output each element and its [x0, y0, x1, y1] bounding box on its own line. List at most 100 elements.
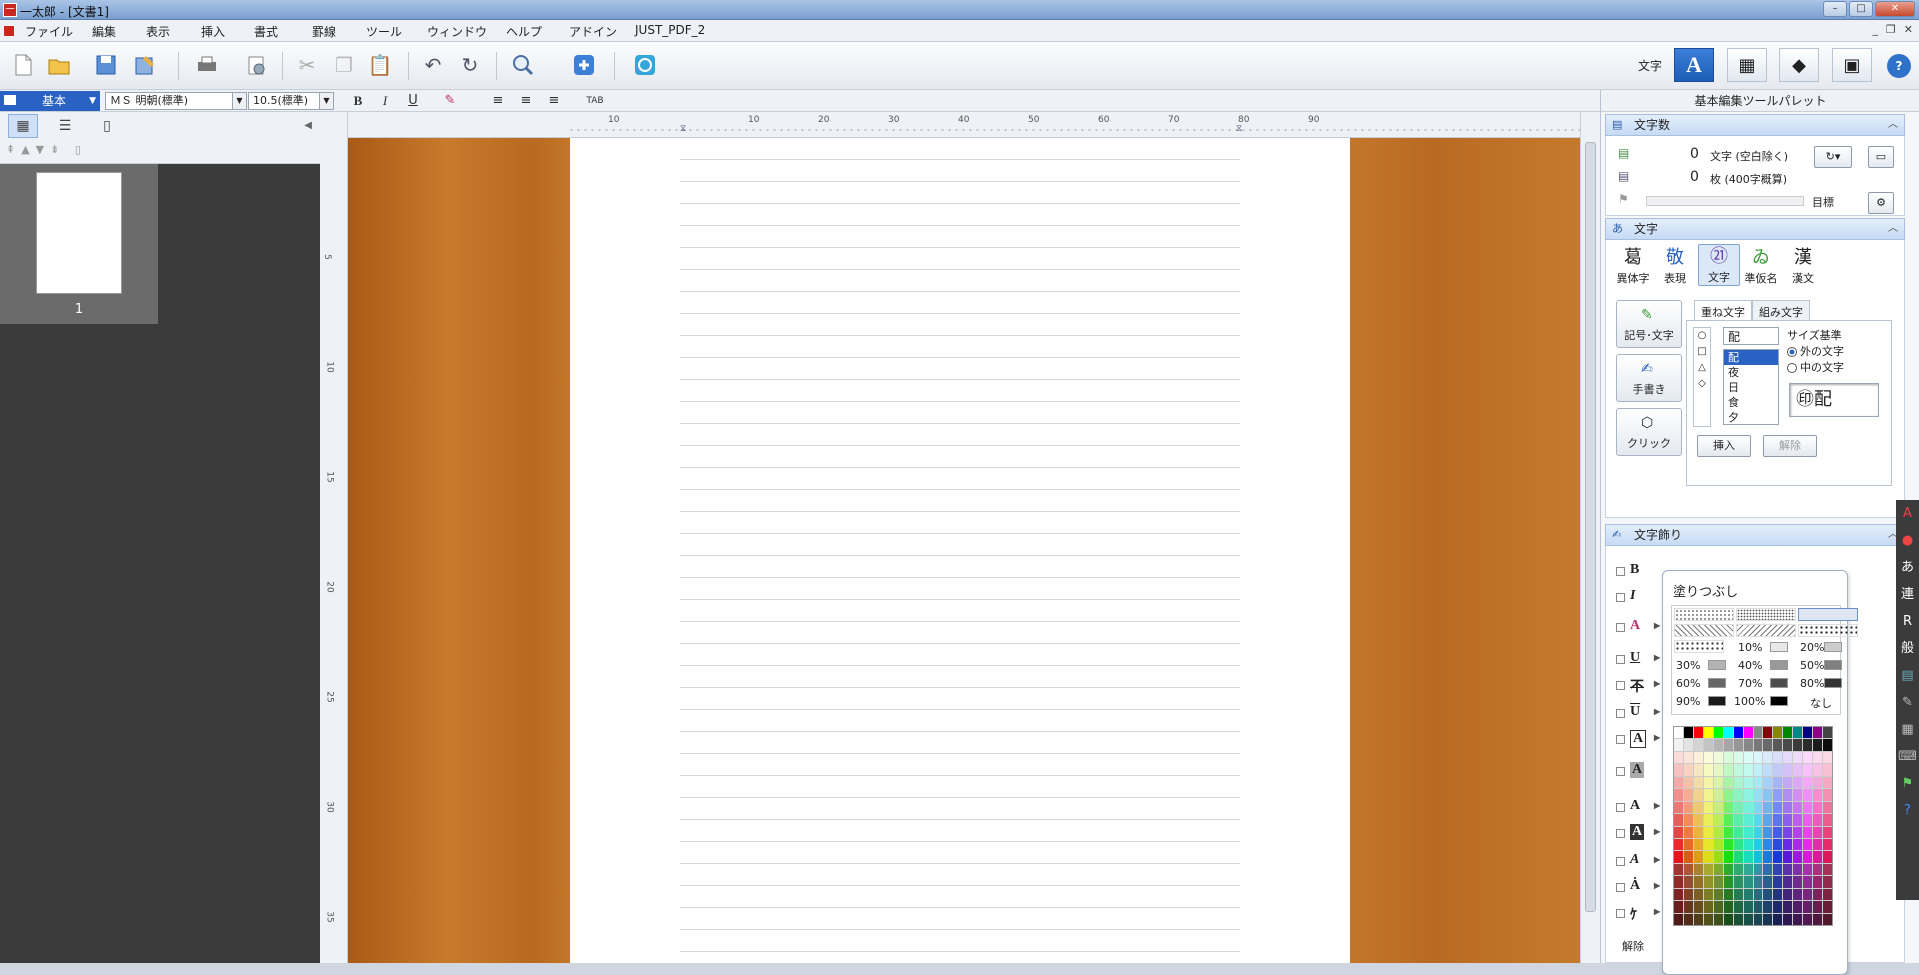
undo-icon[interactable]: ↶	[418, 50, 448, 80]
color-swatch[interactable]	[1733, 789, 1743, 801]
color-swatch[interactable]	[1693, 801, 1703, 814]
color-swatch[interactable]	[1693, 851, 1703, 863]
deco-bold[interactable]: B	[1616, 562, 1666, 582]
color-swatch[interactable]	[1723, 776, 1733, 789]
shade-20[interactable]	[1824, 642, 1842, 652]
insert-button[interactable]: 挿入	[1697, 435, 1751, 457]
color-swatch[interactable]	[1823, 901, 1832, 913]
color-swatch[interactable]	[1713, 876, 1723, 888]
color-swatch[interactable]	[1674, 751, 1683, 764]
color-swatch[interactable]	[1823, 826, 1832, 838]
deco-underline[interactable]: U ▶	[1616, 650, 1666, 670]
color-swatch[interactable]	[1793, 826, 1803, 838]
strip-item[interactable]: 連	[1896, 581, 1919, 608]
color-swatch[interactable]	[1823, 814, 1832, 826]
color-swatch[interactable]	[1703, 814, 1713, 826]
color-swatch[interactable]	[1783, 776, 1793, 789]
color-swatch[interactable]	[1693, 838, 1703, 851]
shade-60[interactable]	[1708, 678, 1726, 688]
color-swatch[interactable]	[1743, 863, 1753, 876]
menu-window[interactable]: ウィンドウ	[427, 23, 487, 40]
underline-button[interactable]: U	[403, 92, 423, 110]
color-swatch[interactable]	[1803, 727, 1813, 739]
deco-box[interactable]: A ▶	[1616, 730, 1666, 750]
color-swatch[interactable]	[1693, 876, 1703, 888]
color-swatch[interactable]	[1674, 789, 1683, 801]
color-swatch[interactable]	[1753, 826, 1763, 838]
list-icon[interactable]: ▤	[1896, 662, 1919, 689]
color-swatch[interactable]	[1793, 727, 1803, 739]
color-swatch[interactable]	[1783, 876, 1793, 888]
color-swatch[interactable]	[1703, 913, 1713, 925]
close-button[interactable]: ✕	[1875, 1, 1915, 17]
highlight-pen-icon[interactable]: ✎	[440, 92, 460, 110]
thumbnail-move-icons[interactable]: ⇞▲▼⇟ ▯	[6, 143, 87, 156]
color-swatch[interactable]	[1733, 739, 1743, 751]
color-swatch[interactable]	[1783, 901, 1793, 913]
help-icon[interactable]: ?	[1887, 54, 1911, 78]
color-swatch[interactable]	[1713, 789, 1723, 801]
color-swatch[interactable]	[1803, 913, 1813, 925]
pattern-diag-rev[interactable]	[1736, 624, 1796, 637]
color-swatch[interactable]	[1683, 863, 1693, 876]
color-swatch[interactable]	[1823, 789, 1832, 801]
record-icon[interactable]: ●	[1896, 527, 1919, 554]
radio-outer-icon[interactable]	[1787, 347, 1797, 357]
color-swatch[interactable]	[1703, 739, 1713, 751]
color-swatch[interactable]	[1733, 764, 1743, 776]
shade-50[interactable]	[1824, 660, 1842, 670]
color-swatch[interactable]	[1783, 739, 1793, 751]
new-document-icon[interactable]	[8, 50, 38, 80]
strip-item[interactable]: R	[1896, 608, 1919, 635]
color-swatch[interactable]	[1813, 727, 1823, 739]
color-swatch[interactable]	[1683, 751, 1693, 764]
deco-emboss[interactable]: A ▶	[1616, 852, 1666, 872]
shade-90[interactable]	[1708, 696, 1726, 706]
table-mode-button[interactable]: ▦	[1727, 48, 1767, 82]
color-swatch[interactable]	[1723, 814, 1733, 826]
color-swatch[interactable]	[1763, 838, 1773, 851]
color-swatch[interactable]	[1813, 739, 1823, 751]
color-swatch[interactable]	[1674, 888, 1683, 901]
color-swatch[interactable]	[1723, 888, 1733, 901]
color-swatch[interactable]	[1763, 727, 1773, 739]
color-swatch[interactable]	[1793, 838, 1803, 851]
color-swatch[interactable]	[1733, 888, 1743, 901]
color-swatch[interactable]	[1693, 751, 1703, 764]
char-section-header[interactable]: あ 文字 ︿	[1605, 218, 1905, 240]
shade-none[interactable]: なし	[1810, 695, 1832, 711]
color-swatch[interactable]	[1793, 801, 1803, 814]
color-swatch[interactable]	[1793, 876, 1803, 888]
plugin-icon[interactable]	[569, 50, 599, 80]
color-swatch[interactable]	[1773, 888, 1783, 901]
window-icon[interactable]: ▭	[1868, 146, 1894, 168]
align-left-icon[interactable]: ≡	[488, 92, 508, 110]
overlay-char-list[interactable]: 配 夜 日 食 夕	[1723, 349, 1779, 425]
color-swatch[interactable]	[1813, 826, 1823, 838]
color-swatch[interactable]	[1803, 863, 1813, 876]
color-swatch[interactable]	[1793, 863, 1803, 876]
color-swatch[interactable]	[1674, 814, 1683, 826]
color-swatch[interactable]	[1813, 776, 1823, 789]
color-swatch[interactable]	[1674, 913, 1683, 925]
color-swatch[interactable]	[1733, 838, 1743, 851]
color-swatch[interactable]	[1693, 789, 1703, 801]
color-swatch[interactable]	[1813, 789, 1823, 801]
color-swatch[interactable]	[1723, 751, 1733, 764]
zoom-search-icon[interactable]	[508, 50, 538, 80]
menu-just-pdf[interactable]: JUST_PDF_2	[635, 23, 705, 37]
color-swatch[interactable]	[1723, 876, 1733, 888]
color-swatch[interactable]	[1683, 727, 1693, 739]
menu-ruled-lines[interactable]: 罫線	[312, 23, 336, 40]
color-swatch[interactable]	[1683, 764, 1693, 776]
list-item[interactable]: 食	[1724, 395, 1778, 410]
char-count-header[interactable]: ▤ 文字数 ︿	[1605, 114, 1905, 136]
horizontal-ruler[interactable]: 10 10 20 30 40 50 60 70 80 90 ⧖ ⧖	[348, 112, 1698, 138]
shade-40[interactable]	[1770, 660, 1788, 670]
color-swatch[interactable]	[1803, 764, 1813, 776]
color-swatch[interactable]	[1783, 727, 1793, 739]
color-swatch[interactable]	[1674, 801, 1683, 814]
color-swatch[interactable]	[1713, 913, 1723, 925]
doc-restore-icon[interactable]: ❐	[1886, 23, 1896, 36]
color-swatch[interactable]	[1763, 801, 1773, 814]
